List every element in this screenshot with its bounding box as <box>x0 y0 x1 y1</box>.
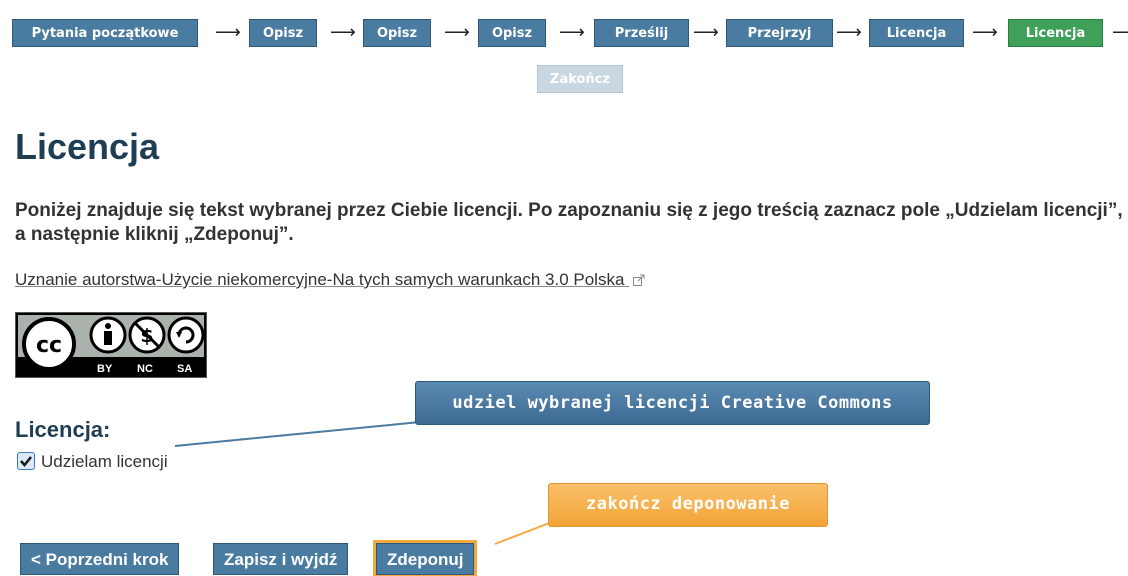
checkmark-icon <box>20 456 32 467</box>
arrow-icon: ⟶ <box>215 22 241 43</box>
step-opisz-1[interactable]: Opisz <box>249 19 317 47</box>
step-opisz-2[interactable]: Opisz <box>363 19 431 47</box>
instructions-text: Poniżej znajduje się tekst wybranej prze… <box>15 200 1123 245</box>
cc-nc-label: NC <box>137 363 153 375</box>
step-przejrzyj[interactable]: Przejrzyj <box>726 19 833 47</box>
external-link-icon <box>633 274 645 286</box>
grant-license-checkbox[interactable] <box>17 452 35 470</box>
arrow-icon: ⟶ <box>330 22 356 43</box>
arrow-icon: ⟶ <box>972 22 998 43</box>
progress-bar: Pytania początkowe ⟶ Opisz ⟶ Opisz ⟶ Opi… <box>12 19 1128 49</box>
step-zakoncz: Zakończ <box>537 65 623 93</box>
grant-license-label[interactable]: Udzielam licencji <box>41 452 168 472</box>
save-and-exit-button[interactable]: Zapisz i wyjdź <box>213 543 349 575</box>
step-przeslij[interactable]: Prześlij <box>594 19 689 47</box>
license-link[interactable]: Uznanie autorstwa-Użycie niekomercyjne-N… <box>15 270 645 290</box>
step-licencja[interactable]: Licencja <box>869 19 964 47</box>
callout-grant-license: udziel wybranej licencji Creative Common… <box>415 381 930 425</box>
step-pytania-poczatkowe[interactable]: Pytania początkowe <box>12 19 198 47</box>
arrow-icon: ⟶ <box>836 22 862 43</box>
arrow-icon: ⟶ <box>693 22 719 43</box>
page-title: Licencja <box>15 126 160 167</box>
license-section-heading: Licencja: <box>15 417 111 442</box>
step-opisz-3[interactable]: Opisz <box>478 19 546 47</box>
cc-by-label: BY <box>97 363 113 375</box>
svg-text:cc: cc <box>36 333 62 358</box>
callout-finish-deposit: zakończ deponowanie <box>548 483 828 527</box>
arrow-icon: ⟶ <box>559 22 585 43</box>
license-link-text[interactable]: Uznanie autorstwa-Użycie niekomercyjne-N… <box>15 270 624 289</box>
previous-step-button[interactable]: < Poprzedni krok <box>20 543 180 575</box>
arrow-icon: ⟶ <box>444 22 470 43</box>
submit-deposit-button[interactable]: Zdeponuj <box>376 543 475 575</box>
cc-sa-label: SA <box>177 363 193 375</box>
arrow-icon: ⟶ <box>1112 22 1128 43</box>
cc-by-nc-sa-badge[interactable]: cc $ BY NC SA <box>15 312 207 378</box>
step-licencja-current: Licencja <box>1008 19 1103 47</box>
